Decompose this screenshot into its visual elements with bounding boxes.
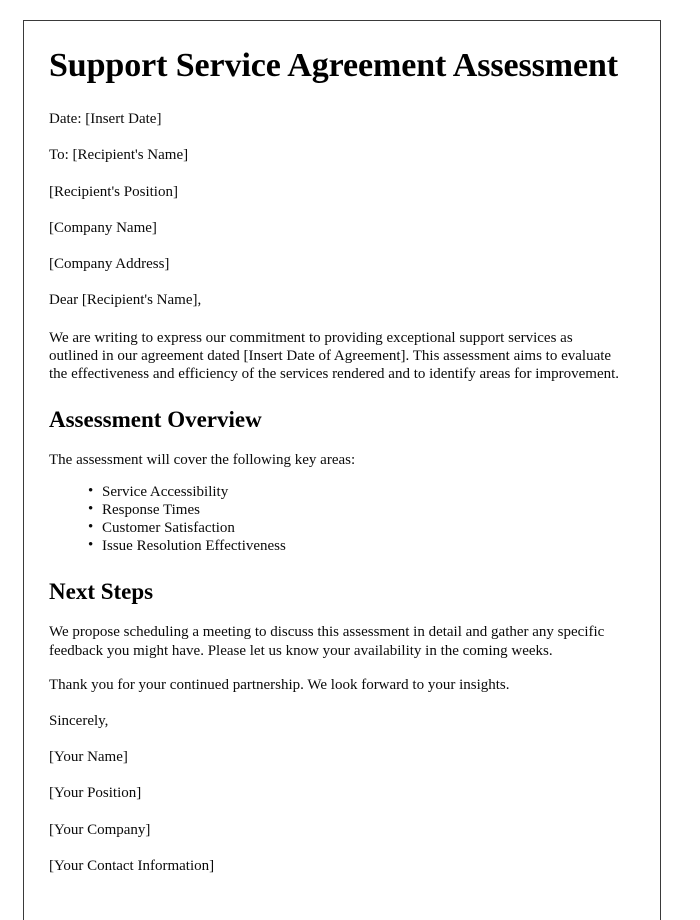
recipient-position-line: [Recipient's Position]	[49, 183, 178, 200]
document-body: Support Service Agreement Assessment Dat…	[24, 21, 660, 875]
next-steps-paragraph: We propose scheduling a meeting to discu…	[49, 624, 605, 659]
page-title: Support Service Agreement Assessment	[49, 47, 618, 84]
your-name-line: [Your Name]	[49, 749, 128, 766]
your-company-line: [Your Company]	[49, 821, 151, 838]
key-areas-list: Service Accessibility Response Times Cus…	[49, 482, 624, 555]
section-heading-assessment-overview: Assessment Overview	[49, 407, 262, 433]
your-position-line: [Your Position]	[49, 785, 142, 802]
company-address-line: [Company Address]	[49, 256, 170, 273]
section-heading-next-steps: Next Steps	[49, 578, 154, 604]
signature-block: [Your Name] [Your Position] [Your Compan…	[49, 749, 624, 875]
key-areas-lead-in: The assessment will cover the following …	[49, 451, 356, 468]
intro-paragraph: We are writing to express our commitment…	[49, 329, 620, 382]
thank-you-paragraph: Thank you for your continued partnership…	[49, 676, 510, 693]
recipient-name-line: To: [Recipient's Name]	[49, 147, 189, 164]
list-item: Response Times	[88, 500, 624, 519]
header-fields: Date: [Insert Date] To: [Recipient's Nam…	[49, 111, 624, 273]
company-name-line: [Company Name]	[49, 219, 157, 236]
section-assessment-overview: Assessment Overview The assessment will …	[49, 407, 624, 555]
document-page: Support Service Agreement Assessment Dat…	[23, 20, 661, 920]
date-line: Date: [Insert Date]	[49, 111, 162, 128]
salutation: Dear [Recipient's Name],	[49, 292, 202, 309]
closing-salutation: Sincerely,	[49, 712, 109, 729]
list-item: Issue Resolution Effectiveness	[88, 536, 624, 555]
list-item: Service Accessibility	[88, 482, 624, 501]
list-item: Customer Satisfaction	[88, 518, 624, 537]
your-contact-line: [Your Contact Information]	[49, 857, 215, 874]
section-next-steps: Next Steps We propose scheduling a meeti…	[49, 579, 624, 694]
